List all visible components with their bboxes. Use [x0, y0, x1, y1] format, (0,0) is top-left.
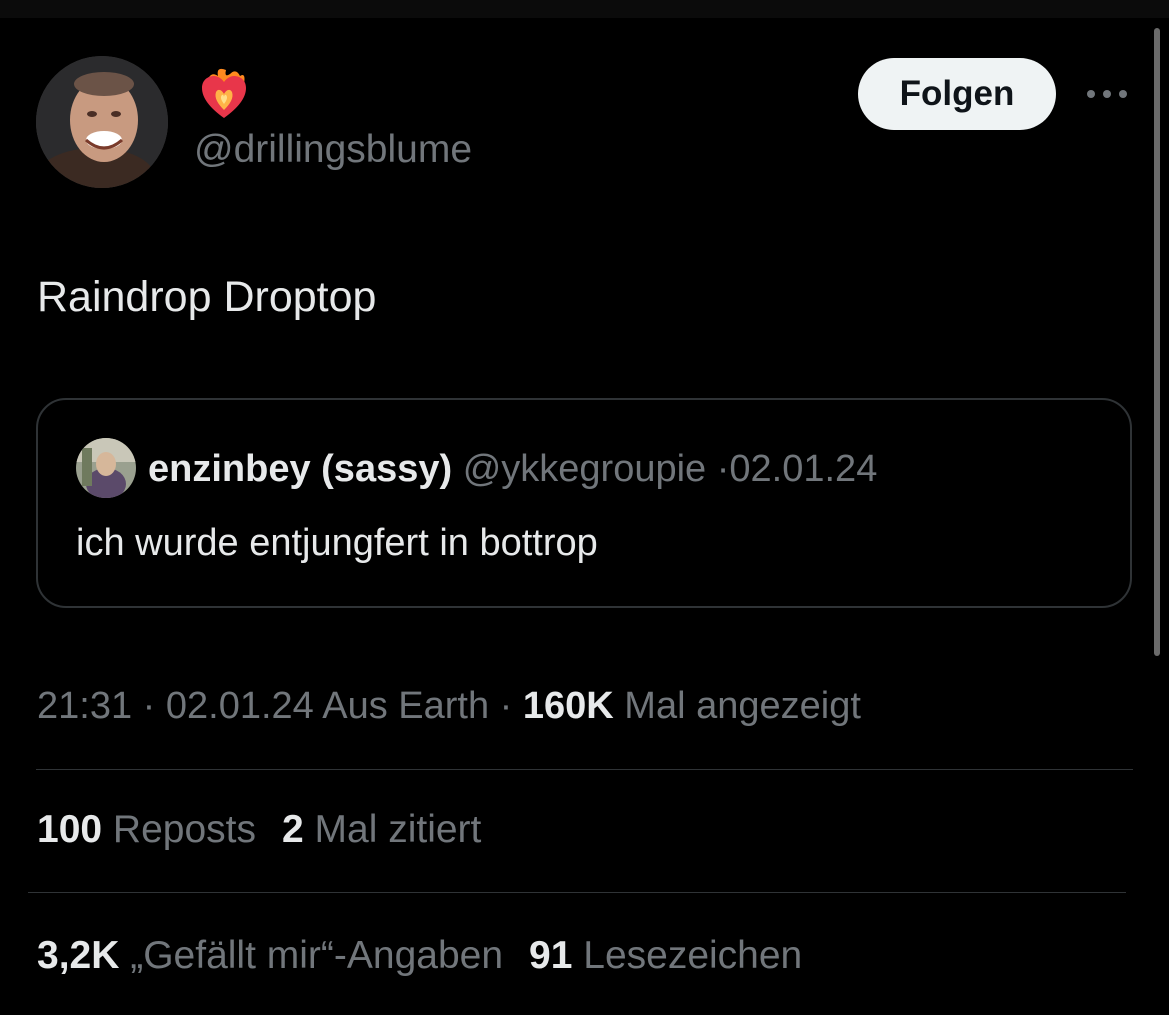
likes-count: 3,2K: [37, 934, 120, 977]
tweet-time[interactable]: 21:31: [37, 685, 132, 727]
views-label: Mal angezeigt: [613, 685, 861, 727]
quote-date[interactable]: 02.01.24: [729, 448, 877, 490]
quotes-stat[interactable]: 2 Mal zitiert: [282, 808, 481, 851]
likes-stat[interactable]: 3,2K „Gefällt mir“-Angaben: [37, 934, 503, 977]
author-avatar[interactable]: [36, 56, 168, 188]
meta-separator: ·: [132, 685, 166, 727]
bookmarks-label: Lesezeichen: [572, 934, 803, 977]
likes-label: „Gefällt mir“-Angaben: [119, 934, 504, 977]
scrollbar[interactable]: [1154, 28, 1160, 656]
quote-author-name[interactable]: enzinbey (sassy): [148, 448, 452, 490]
quoted-tweet-card[interactable]: enzinbey (sassy) @ykkegroupie ·02.01.24 …: [36, 398, 1132, 608]
views-count: 160K: [522, 685, 614, 727]
tweet-meta-line: 21:31 · 02.01.24 Aus Earth · 160K Mal an…: [37, 682, 861, 730]
repost-stats-row: 100 Reposts 2 Mal zitiert: [37, 805, 481, 855]
quotes-count: 2: [281, 808, 304, 851]
quote-text: ich wurde entjungfert in bottrop: [76, 522, 598, 564]
quote-author-handle[interactable]: @ykkegroupie: [463, 448, 706, 490]
meta-separator: ·: [489, 685, 523, 727]
author-handle[interactable]: @drillingsblume: [194, 126, 472, 174]
divider: [36, 769, 1133, 770]
quote-author-avatar[interactable]: [76, 438, 136, 498]
reposts-label: Reposts: [102, 808, 256, 851]
more-horizontal-icon[interactable]: [1084, 84, 1130, 104]
quotes-label: Mal zitiert: [303, 808, 482, 851]
tweet-source: Aus Earth: [313, 685, 490, 727]
top-edge-bar: [0, 0, 1169, 18]
avatar-photo: [36, 56, 168, 188]
heart-on-fire-icon: [196, 66, 252, 122]
divider: [28, 892, 1126, 893]
reposts-stat[interactable]: 100 Reposts: [37, 808, 256, 851]
follow-button[interactable]: Folgen: [858, 58, 1056, 130]
like-stats-row: 3,2K „Gefällt mir“-Angaben 91 Lesezeichen: [37, 931, 802, 981]
bookmarks-count: 91: [529, 934, 573, 977]
quote-header: enzinbey (sassy) @ykkegroupie ·02.01.24: [148, 445, 877, 493]
reposts-count: 100: [37, 808, 103, 851]
bookmarks-stat[interactable]: 91 Lesezeichen: [529, 934, 802, 977]
quote-separator: ·: [716, 448, 730, 490]
tweet-text: Raindrop Droptop: [37, 273, 377, 321]
tweet-date[interactable]: 02.01.24: [166, 685, 314, 727]
quote-avatar-photo: [76, 438, 136, 498]
